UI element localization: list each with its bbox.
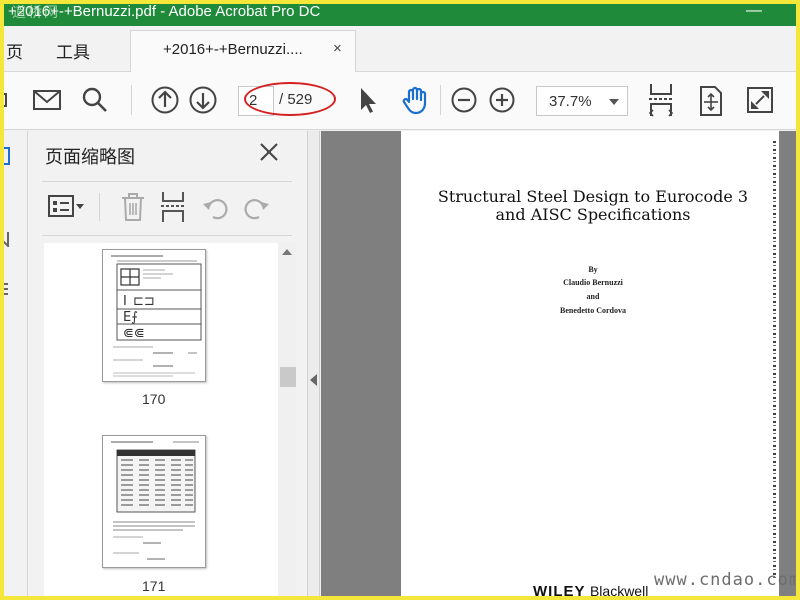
rotate-right-icon[interactable] <box>242 194 270 220</box>
zoom-level-value: 37.7% <box>549 93 592 110</box>
thumbnail-scrollbar[interactable] <box>278 243 296 600</box>
tab-close-button[interactable]: × <box>333 40 342 57</box>
thumbnails-nav-icon[interactable] <box>0 147 12 165</box>
watermark-logo: 道桥网 <box>12 5 60 21</box>
fullscreen-icon[interactable] <box>747 87 773 113</box>
thumbnail-page-number: 170 <box>142 391 166 407</box>
document-author: Claudio Bernuzzi <box>563 278 623 287</box>
fit-page-icon[interactable] <box>698 86 724 116</box>
chevron-down-icon <box>609 99 619 105</box>
zoom-in-icon[interactable] <box>489 87 515 113</box>
insert-pages-icon[interactable] <box>160 191 186 223</box>
delete-icon[interactable] <box>120 193 146 221</box>
navigation-strip <box>0 131 28 600</box>
close-icon[interactable] <box>258 141 280 163</box>
toolbar-separator <box>99 193 100 221</box>
divider <box>42 181 292 182</box>
document-by: By <box>588 265 598 274</box>
hand-tool-icon[interactable] <box>400 85 430 115</box>
main-toolbar: 2 / 529 37.7% <box>0 72 800 130</box>
document-view[interactable]: Structural Steel Design to Eurocode 3 an… <box>321 131 800 600</box>
fit-width-icon[interactable] <box>647 82 675 118</box>
document-tab-label: +2016+-+Bernuzzi.... <box>163 41 303 58</box>
document-title-line: and AISC Specifications <box>495 205 691 224</box>
document-title-line: Structural Steel Design to Eurocode 3 <box>437 187 749 206</box>
print-icon[interactable] <box>0 88 10 114</box>
layers-nav-icon[interactable] <box>0 281 10 297</box>
svg-text:⊏⊐: ⊏⊐ <box>133 294 155 309</box>
thumbnail-page-number: 171 <box>142 578 166 594</box>
thumbnail-page[interactable] <box>102 435 206 568</box>
document-title: Structural Steel Design to Eurocode 3 an… <box>401 188 785 224</box>
thumbnail-list[interactable]: I ⊏⊐ E⨍ ⋐⋐ 170 171 <box>44 243 278 600</box>
thumbnail-page[interactable]: I ⊏⊐ E⨍ ⋐⋐ <box>102 249 206 382</box>
minimize-button[interactable]: — <box>742 2 766 22</box>
bookmark-nav-icon[interactable] <box>0 231 10 247</box>
zoom-level-select[interactable]: 37.7% <box>536 86 628 116</box>
document-side-text <box>773 141 776 581</box>
zoom-out-icon[interactable] <box>451 87 477 113</box>
select-cursor-icon[interactable] <box>358 86 378 114</box>
next-page-icon[interactable] <box>189 86 217 114</box>
site-watermark: www.cndao.com <box>654 570 800 590</box>
thumbnail-pane-title: 页面缩略图 <box>45 147 135 167</box>
document-page: Structural Steel Design to Eurocode 3 an… <box>401 131 779 600</box>
thumbnail-page-content <box>111 441 199 560</box>
divider <box>42 235 292 236</box>
mail-icon[interactable] <box>33 89 61 111</box>
document-tab[interactable]: +2016+-+Bernuzzi.... × <box>130 30 356 72</box>
toolbar-separator <box>440 85 441 115</box>
pane-splitter[interactable] <box>308 131 320 600</box>
collapse-pane-icon[interactable] <box>310 374 317 386</box>
title-bar: +2016+-+Bernuzzi.pdf - Adobe Acrobat Pro… <box>0 0 800 26</box>
search-icon[interactable] <box>82 87 108 113</box>
svg-text:E⨍: E⨍ <box>123 310 138 325</box>
svg-text:⋐⋐: ⋐⋐ <box>123 326 145 341</box>
attachment-nav-icon[interactable] <box>0 327 8 351</box>
prev-page-icon[interactable] <box>151 86 179 114</box>
thumbnail-pane: 页面缩略图 I ⊏⊐ E⨍ ⋐⋐ 170 171 <box>28 131 308 600</box>
tab-bar: 页 工具 +2016+-+Bernuzzi.... × <box>0 26 800 72</box>
publisher-imprint: Blackwell <box>589 583 649 599</box>
svg-text:I: I <box>123 294 127 309</box>
publisher-logo: WILEY Blackwell <box>533 583 648 600</box>
document-and: and <box>586 292 600 301</box>
scroll-up-icon[interactable] <box>282 249 292 255</box>
publisher-name: WILEY <box>533 583 586 600</box>
rotate-left-icon[interactable] <box>202 194 230 220</box>
highlight-ellipse <box>244 82 336 116</box>
scrollbar-thumb[interactable] <box>280 367 296 387</box>
menu-tools[interactable]: 工具 <box>56 38 90 63</box>
thumbnail-page-content: I ⊏⊐ E⨍ ⋐⋐ <box>111 255 202 377</box>
menu-home[interactable]: 页 <box>6 38 23 63</box>
toolbar-separator <box>131 85 132 115</box>
thumbnail-options-icon[interactable] <box>48 194 86 218</box>
document-author: Benedetto Cordova <box>560 306 626 315</box>
